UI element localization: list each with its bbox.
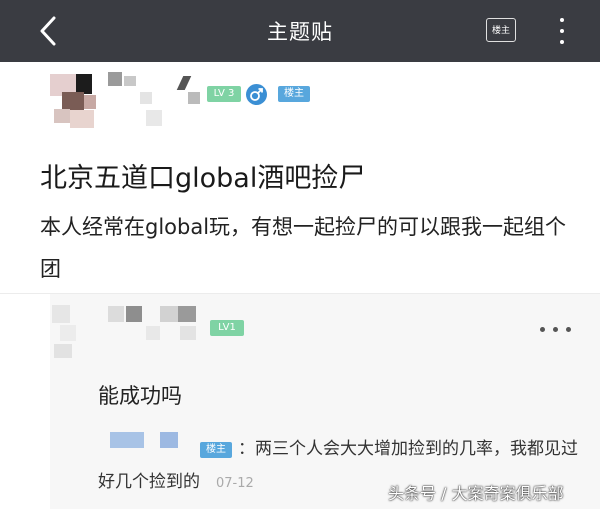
owner-only-button[interactable]: 楼主: [486, 18, 516, 42]
post-title: 北京五道口global酒吧捡尸: [40, 163, 366, 194]
more-horizontal-icon[interactable]: [538, 322, 574, 336]
level-badge: LV 3: [207, 86, 241, 102]
reply-text: 能成功吗: [98, 384, 182, 408]
watermark: 头条号 / 大案奇案俱乐部: [388, 484, 564, 503]
owner-badge: 楼主: [278, 86, 310, 102]
sub-reply-date: 07-12: [216, 476, 254, 491]
post-body: 本人经常在global玩，有想一起捡尸的可以跟我一起组个团: [40, 215, 567, 281]
male-icon: [246, 84, 267, 109]
top-bar: 主题贴 楼主: [0, 0, 600, 62]
more-vertical-icon[interactable]: [552, 14, 572, 48]
back-button[interactable]: [30, 10, 70, 52]
chevron-left-icon: [40, 16, 56, 46]
level-badge: LV1: [210, 320, 244, 336]
